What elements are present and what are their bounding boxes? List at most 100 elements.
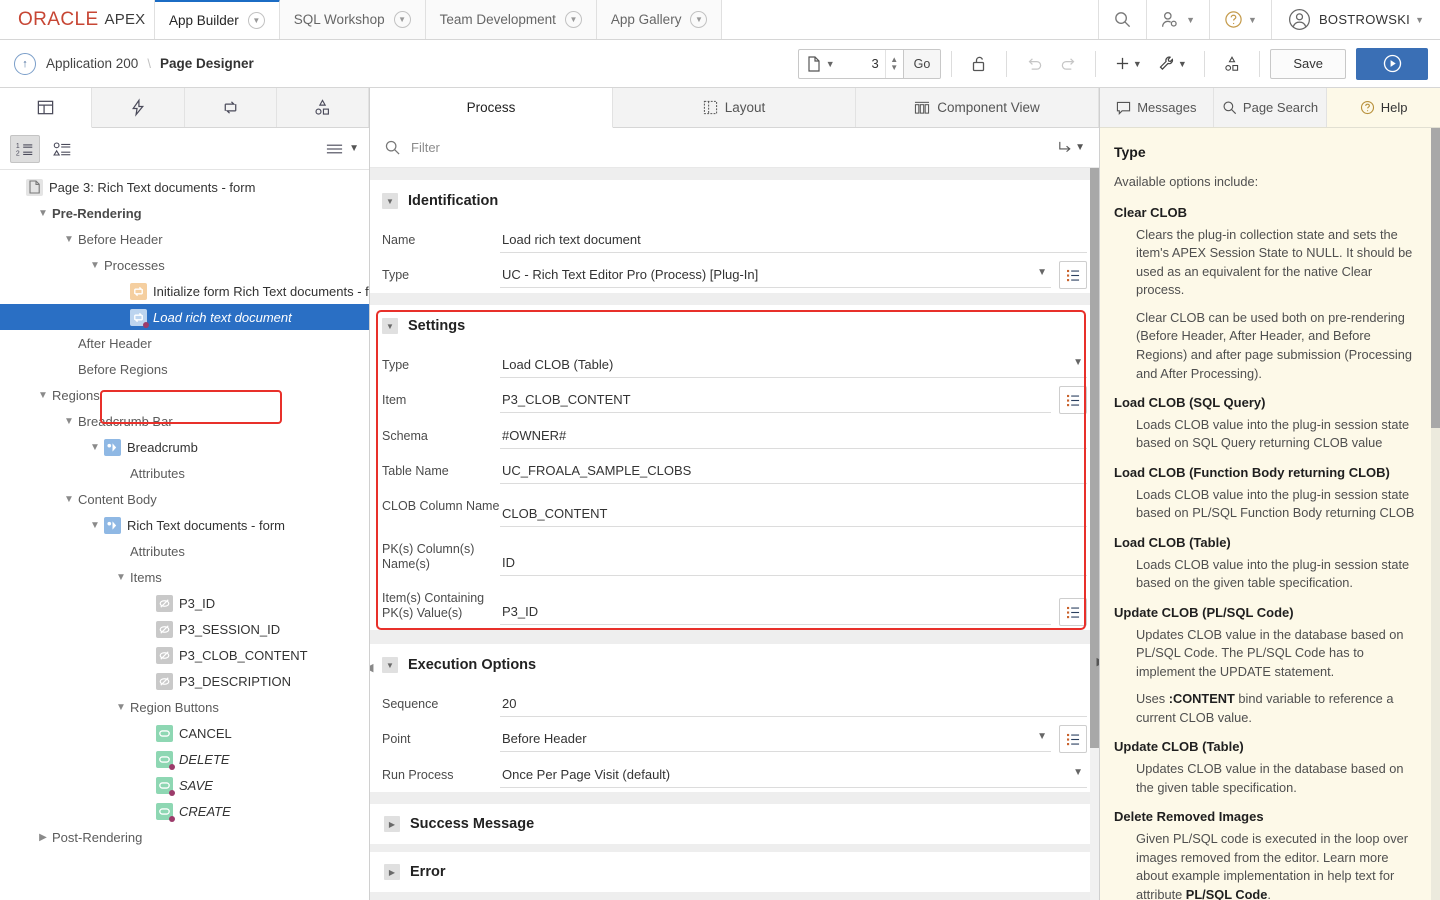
chevron-down-icon[interactable]: ▼ xyxy=(393,11,411,28)
tab-page-search[interactable]: Page Search xyxy=(1213,88,1328,127)
collapse-left-panel-handle[interactable]: ◀ xyxy=(370,661,373,674)
breadcrumb-application[interactable]: Application 200 xyxy=(46,56,138,71)
tree-item-pre-rendering[interactable]: ▼ Pre-Rendering xyxy=(0,200,369,226)
nav-tab-sql-workshop[interactable]: SQL Workshop ▼ xyxy=(279,0,426,39)
section-success-message[interactable]: ▶ Success Message xyxy=(370,804,1099,844)
chevron-down-icon[interactable]: ▼ xyxy=(112,572,130,583)
tree-item-p3-session-id[interactable]: P3_SESSION_ID xyxy=(0,616,369,642)
tree-item-initialize-form-rich-text-documents-form[interactable]: Initialize form Rich Text documents - fo… xyxy=(0,278,369,304)
tree-item-breadcrumb-bar[interactable]: ▼ Breadcrumb Bar xyxy=(0,408,369,434)
field-type-lov-button[interactable] xyxy=(1059,261,1087,289)
chevron-down-icon[interactable]: ▼ xyxy=(60,494,78,505)
page-component-tree[interactable]: Page 3: Rich Text documents - form ▼ Pre-R… xyxy=(0,170,369,900)
settings-schema-input[interactable]: #OWNER# xyxy=(500,422,1087,449)
undo-button[interactable] xyxy=(1017,49,1051,79)
lock-button[interactable] xyxy=(962,49,996,79)
tree-item-post-rendering[interactable]: ▶ Post-Rendering xyxy=(0,824,369,850)
tab-shared-components[interactable] xyxy=(276,88,369,127)
tab-dynamic-actions[interactable] xyxy=(92,88,185,127)
save-button[interactable]: Save xyxy=(1270,48,1346,79)
tree-item-p3-description[interactable]: P3_DESCRIPTION xyxy=(0,668,369,694)
redo-button[interactable] xyxy=(1051,49,1085,79)
go-button[interactable]: Go xyxy=(902,49,941,78)
collapse-right-panel-handle[interactable]: ▶ xyxy=(1097,655,1099,668)
run-page-button[interactable] xyxy=(1356,47,1428,80)
section-identification-header[interactable]: ▼ Identification xyxy=(370,180,1099,222)
filter-options-menu[interactable]: ▼ xyxy=(1056,140,1085,155)
settings-type-select[interactable]: Load CLOB (Table) ▼ xyxy=(500,351,1087,378)
page-type-dropdown[interactable]: ▼ xyxy=(799,50,843,78)
tree-item-content-body[interactable]: ▼ Content Body xyxy=(0,486,369,512)
chevron-down-icon[interactable]: ▼ xyxy=(112,702,130,713)
tab-messages[interactable]: Messages xyxy=(1100,88,1214,127)
tree-item-load-rich-text-document[interactable]: Load rich text document xyxy=(0,304,369,330)
tree-options-menu[interactable]: ▼ xyxy=(325,141,359,157)
chevron-down-icon[interactable]: ▼ xyxy=(382,657,398,673)
page-number-spinner[interactable]: ▲ ▼ xyxy=(884,49,903,78)
tree-item-region-buttons[interactable]: ▼ Region Buttons xyxy=(0,694,369,720)
tree-item-cancel[interactable]: CANCEL xyxy=(0,720,369,746)
settings-pk-items-input[interactable]: P3_ID xyxy=(500,598,1051,625)
chevron-right-icon[interactable]: ▶ xyxy=(384,864,400,880)
tree-item-breadcrumb[interactable]: ▼ Breadcrumb xyxy=(0,434,369,460)
utilities-menu-button[interactable]: ▼ xyxy=(1150,49,1194,79)
chevron-down-icon[interactable]: ▼ xyxy=(60,416,78,427)
tree-item-processes[interactable]: ▼ Processes xyxy=(0,252,369,278)
field-sequence-input[interactable]: 20 xyxy=(500,690,1087,717)
section-execution-options-header[interactable]: ▼ Execution Options xyxy=(370,644,1099,686)
search-button[interactable] xyxy=(1099,0,1148,39)
tree-item-rich-text-documents-form[interactable]: ▼ Rich Text documents - form xyxy=(0,512,369,538)
chevron-down-icon[interactable]: ▼ xyxy=(382,318,398,334)
chevron-down-icon[interactable]: ▼ xyxy=(690,11,708,28)
chevron-down-icon[interactable]: ▼ xyxy=(86,442,104,453)
right-scrollbar[interactable] xyxy=(1431,128,1440,900)
chevron-right-icon[interactable]: ▶ xyxy=(384,816,400,832)
chevron-down-icon[interactable]: ▼ xyxy=(86,260,104,271)
tree-item-attributes[interactable]: Attributes xyxy=(0,460,369,486)
chevron-down-icon[interactable]: ▼ xyxy=(564,11,582,28)
chevron-right-icon[interactable]: ▶ xyxy=(34,832,52,843)
account-menu-button[interactable]: ▼ xyxy=(1147,0,1211,39)
tree-item-create[interactable]: CREATE xyxy=(0,798,369,824)
tree-item-delete[interactable]: DELETE xyxy=(0,746,369,772)
navigate-up-button[interactable]: ↑ xyxy=(14,52,36,75)
tree-item-before-header[interactable]: ▼ Before Header xyxy=(0,226,369,252)
chevron-down-icon[interactable]: ▼ xyxy=(382,193,398,209)
tree-item-page-3-rich-text-documents-form[interactable]: Page 3: Rich Text documents - form xyxy=(0,174,369,200)
chevron-down-icon[interactable]: ▼ xyxy=(86,520,104,531)
settings-item-lov-button[interactable] xyxy=(1059,386,1087,414)
field-point-select[interactable]: Before Header ▼ xyxy=(500,725,1051,752)
tree-item-p3-clob-content[interactable]: P3_CLOB_CONTENT xyxy=(0,642,369,668)
tab-component-view[interactable]: Component View xyxy=(856,88,1099,127)
field-point-lov-button[interactable] xyxy=(1059,725,1087,753)
create-menu-button[interactable]: ▼ xyxy=(1106,49,1150,79)
tab-rendering[interactable] xyxy=(0,88,93,128)
section-settings-header[interactable]: ▼ Settings xyxy=(370,305,1099,347)
shared-components-button[interactable] xyxy=(1215,49,1249,79)
field-run-process-select[interactable]: Once Per Page Visit (default) ▼ xyxy=(500,761,1087,788)
nav-tab-app-builder[interactable]: App Builder ▼ xyxy=(155,0,280,39)
user-menu-button[interactable]: BOSTROWSKI ▼ xyxy=(1272,0,1440,39)
field-type-select[interactable]: UC - Rich Text Editor Pro (Process) [Plu… xyxy=(500,261,1051,288)
settings-item-input[interactable]: P3_CLOB_CONTENT xyxy=(500,386,1051,413)
tree-item-regions[interactable]: ▼ Regions xyxy=(0,382,369,408)
chevron-down-icon[interactable]: ▼ xyxy=(34,390,52,401)
page-selector[interactable]: ▼ 3 ▲ ▼ Go xyxy=(797,48,942,79)
section-error[interactable]: ▶ Error xyxy=(370,852,1099,892)
center-scrollbar[interactable] xyxy=(1090,168,1099,900)
settings-table-name-input[interactable]: UC_FROALA_SAMPLE_CLOBS xyxy=(500,457,1087,484)
chevron-down-icon[interactable]: ▼ xyxy=(34,208,52,219)
oracle-apex-logo[interactable]: ORACLE APEX xyxy=(0,0,155,39)
filter-input[interactable] xyxy=(411,140,1047,155)
chevron-down-icon[interactable]: ▼ xyxy=(247,12,265,29)
nav-tab-team-development[interactable]: Team Development ▼ xyxy=(425,0,597,39)
settings-clob-column-input[interactable]: CLOB_CONTENT xyxy=(500,500,1087,527)
tree-item-p3-id[interactable]: P3_ID xyxy=(0,590,369,616)
chevron-down-icon[interactable]: ▼ xyxy=(60,234,78,245)
settings-pk-columns-input[interactable]: ID xyxy=(500,549,1087,576)
settings-pk-items-lov-button[interactable] xyxy=(1059,598,1087,626)
tree-item-items[interactable]: ▼ Items xyxy=(0,564,369,590)
field-name-input[interactable]: Load rich text document xyxy=(500,226,1087,253)
page-number-input[interactable]: 3 xyxy=(843,50,885,78)
tree-view-component-toggle[interactable] xyxy=(48,135,78,163)
